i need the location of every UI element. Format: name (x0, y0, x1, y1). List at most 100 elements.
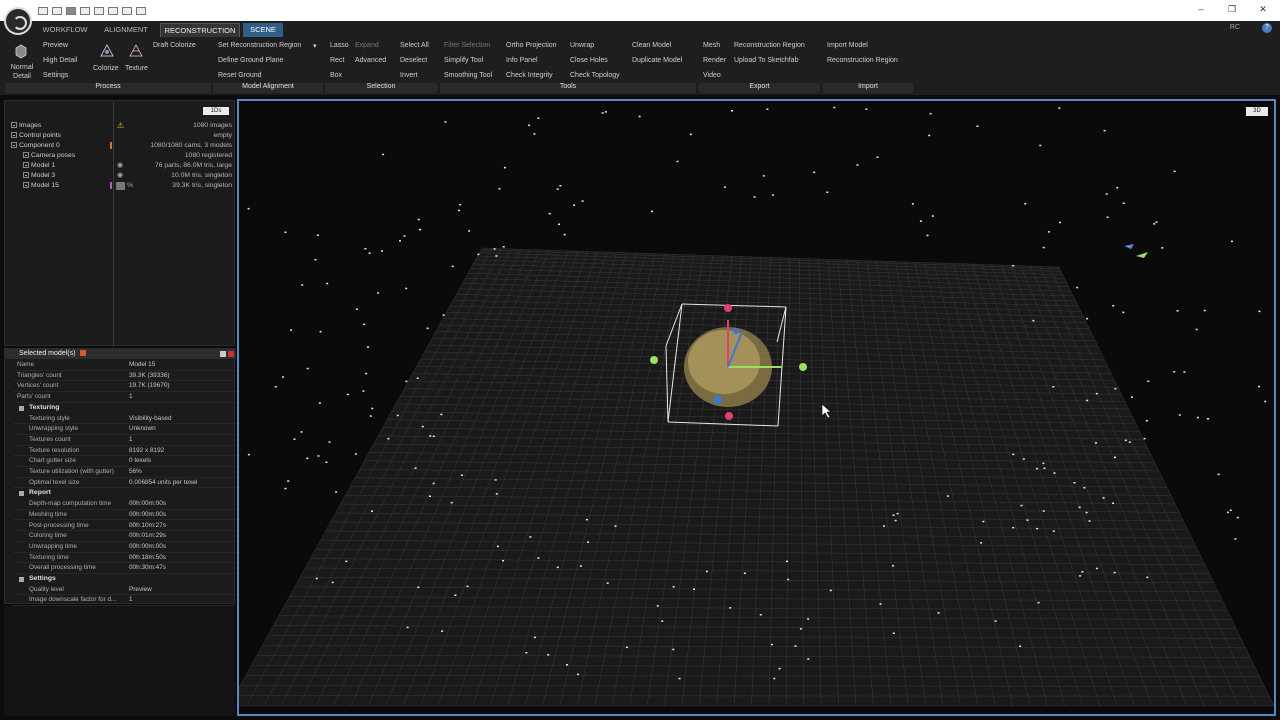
tree-row-control-points[interactable]: Control points empty (5, 131, 236, 141)
filter-selection-button[interactable]: Filter Selection (444, 42, 490, 49)
property-row[interactable]: Vertices' count 19.7K (19670) (13, 381, 236, 393)
layout-icon[interactable] (38, 7, 48, 15)
lasso-button[interactable]: Lasso (330, 42, 349, 49)
unwrap-button[interactable]: Unwrap (570, 42, 594, 49)
texture-icon[interactable] (128, 43, 144, 59)
section-texturing[interactable]: Texturing (13, 403, 236, 414)
expand-icon[interactable] (23, 162, 29, 169)
colorize-button[interactable]: Colorize (93, 65, 119, 72)
app-logo-icon[interactable] (4, 7, 32, 35)
section-settings[interactable]: Settings (13, 574, 236, 585)
tab-scene[interactable]: SCENE (243, 23, 283, 37)
property-row[interactable]: Triangles' count 39.3K (39336) (13, 371, 236, 382)
property-row[interactable]: Overall processing time 00h:30m:47s (13, 563, 236, 574)
layout-icon[interactable] (80, 7, 90, 15)
float-icon[interactable] (220, 351, 226, 357)
expand-button[interactable]: Expand (355, 42, 379, 49)
export-video-button[interactable]: Video (703, 72, 721, 79)
layout-icon[interactable] (108, 7, 118, 15)
collapse-icon[interactable] (11, 142, 17, 149)
tree-row-camera-poses[interactable]: Camera poses 1080 registered (5, 151, 236, 161)
expand-icon[interactable] (23, 172, 29, 179)
layout-icon[interactable] (52, 7, 62, 15)
preview-button[interactable]: Preview (43, 42, 68, 49)
rect-button[interactable]: Rect (330, 57, 344, 64)
expand-icon[interactable] (23, 182, 29, 189)
view-mode-button[interactable]: 1Ds (203, 107, 229, 115)
set-reconstruction-region-button[interactable]: Set Reconstruction Region (218, 42, 301, 49)
import-model-button[interactable]: Import Model (827, 42, 868, 49)
duplicate-model-button[interactable]: Duplicate Model (632, 57, 682, 64)
high-detail-button[interactable]: High Detail (43, 57, 77, 64)
property-row[interactable]: Image downscale factor for d... 1 (13, 595, 236, 607)
gizmo-handle-front[interactable] (714, 396, 722, 404)
export-mesh-button[interactable]: Mesh (703, 42, 720, 49)
reset-ground-button[interactable]: Reset Ground (218, 72, 262, 79)
property-row[interactable]: Parts' count 1 (13, 392, 236, 403)
simplify-tool-button[interactable]: Simplify Tool (444, 57, 483, 64)
property-row[interactable]: Quality level Preview (13, 585, 236, 596)
upload-sketchfab-button[interactable]: Upload To Sketchfab (734, 57, 798, 64)
draft-colorize-button[interactable]: Draft Colorize (153, 42, 196, 49)
property-row[interactable]: Unwrapping style Unknown (13, 424, 236, 435)
eye-icon[interactable]: ◉ (117, 171, 123, 181)
export-render-button[interactable]: Render (703, 57, 726, 64)
section-report[interactable]: Report (13, 488, 236, 499)
property-row[interactable]: Name Model 15 (13, 360, 236, 371)
property-row[interactable]: Texture utilization (with gutter) 56% (13, 467, 236, 478)
chevron-down-icon[interactable]: ▾ (313, 42, 317, 50)
property-row[interactable]: Textures count 1 (13, 435, 236, 446)
check-topology-button[interactable]: Check Topology (570, 72, 620, 79)
tab-alignment[interactable]: ALIGNMENT (100, 23, 152, 37)
invert-button[interactable]: Invert (400, 72, 418, 79)
close-icon[interactable] (228, 351, 234, 357)
property-row[interactable]: Depth-map computation time 00h:00m:00s (13, 499, 236, 510)
colorize-icon[interactable] (99, 43, 115, 59)
ortho-projection-button[interactable]: Ortho Projection (506, 42, 557, 49)
check-integrity-button[interactable]: Check Integrity (506, 72, 553, 79)
gizmo-handle-back[interactable] (733, 328, 739, 334)
layout-icon[interactable] (66, 7, 76, 15)
property-row[interactable]: Texturing time 00h:18m:50s (13, 553, 236, 564)
layout-icon[interactable] (136, 7, 146, 15)
gizmo-handle-right[interactable] (799, 363, 807, 371)
info-panel-button[interactable]: Info Panel (506, 57, 538, 64)
texture-button[interactable]: Texture (125, 65, 148, 72)
layout-icon[interactable] (94, 7, 104, 15)
clean-model-button[interactable]: Clean Model (632, 42, 671, 49)
expand-icon[interactable] (23, 152, 29, 159)
import-reconstruction-region-button[interactable]: Reconstruction Region (827, 57, 898, 64)
tree-row-model-1[interactable]: Model 1 ◉ 76 parts, 86.0M tris, large (5, 161, 236, 171)
normal-detail-icon[interactable] (13, 43, 29, 59)
close-holes-button[interactable]: Close Holes (570, 57, 608, 64)
property-row[interactable]: Unwrapping time 00h:00m:00s (13, 542, 236, 553)
select-all-button[interactable]: Select All (400, 42, 429, 49)
tree-row-model-15[interactable]: Model 15 % 39.3K tris, singleton (5, 181, 236, 191)
property-row[interactable]: Texture resolution 8192 x 8192 (13, 446, 236, 457)
pin-icon[interactable] (80, 350, 87, 357)
eye-icon[interactable]: % (127, 181, 133, 191)
close-icon[interactable]: ✕ (1256, 4, 1270, 16)
tab-workflow[interactable]: WORKFLOW (38, 23, 92, 37)
tree-row-component-0[interactable]: Component 0 1080/1080 cams, 3 models (5, 141, 236, 151)
property-row[interactable]: Optimal texel size 0.006854 units per tex… (13, 478, 236, 489)
box-button[interactable]: Box (330, 72, 342, 79)
property-row[interactable]: Coloring time 00h:01m:29s (13, 531, 236, 542)
expand-icon[interactable] (11, 122, 17, 129)
gizmo-handle-left[interactable] (650, 356, 658, 364)
gizmo-handle-top[interactable] (724, 304, 732, 312)
tree-row-model-3[interactable]: Model 3 ◉ 10.0M tris, singleton (5, 171, 236, 181)
view-mode-badge[interactable]: 3D (1246, 107, 1268, 116)
export-reconstruction-region-button[interactable]: Reconstruction Region (734, 42, 805, 49)
advanced-button[interactable]: Advanced (355, 57, 386, 64)
normal-detail-button[interactable]: Normal Detail (7, 63, 37, 81)
expand-icon[interactable] (11, 132, 17, 139)
gizmo-handle-bottom[interactable] (725, 412, 733, 420)
help-icon[interactable]: ? (1262, 23, 1272, 33)
property-row[interactable]: Texturing style Visibility-based (13, 414, 236, 425)
define-ground-plane-button[interactable]: Define Ground Plane (218, 57, 283, 64)
deselect-button[interactable]: Deselect (400, 57, 427, 64)
settings-button[interactable]: Settings (43, 72, 68, 79)
minimize-icon[interactable]: – (1194, 4, 1208, 16)
property-row[interactable]: Chart gutter size 0 texels (13, 456, 236, 467)
